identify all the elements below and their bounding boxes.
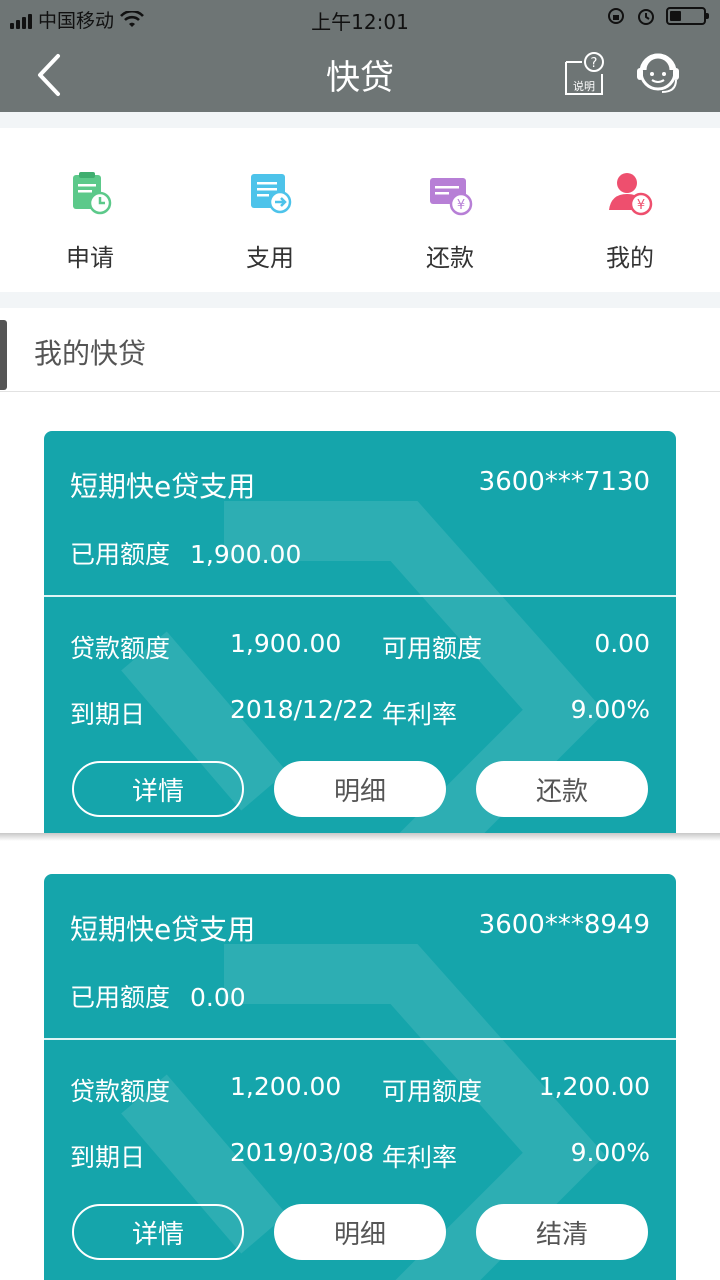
svg-text:¥: ¥	[637, 198, 645, 213]
due-date-value: 2019/03/08	[230, 1138, 375, 1167]
repay-button[interactable]: 还款	[476, 761, 648, 817]
loan-card-header: 短期快e贷支用 3600***7130 已用额度 1,900.00	[44, 431, 676, 597]
loan-account: 3600***8949	[478, 910, 650, 940]
due-date-label: 到期日	[70, 1143, 146, 1172]
alarm-icon	[638, 9, 654, 25]
battery-icon	[666, 7, 709, 25]
detail-button[interactable]: 详情	[72, 761, 244, 817]
available-label: 可用额度	[382, 634, 483, 663]
breakdown-button[interactable]: 明细	[274, 1204, 446, 1260]
help-button[interactable]: ? 说明	[562, 52, 606, 96]
nav-bar: 快贷 ? 说明	[0, 36, 720, 112]
available-value: 0.00	[594, 629, 650, 658]
quick-item-label: 还款	[426, 244, 474, 272]
card-yen-icon: ¥	[430, 178, 473, 216]
loan-name: 短期快e贷支用	[70, 470, 256, 503]
used-value: 0.00	[190, 983, 246, 1012]
loan-actions: 详情 明细 还款	[72, 761, 648, 819]
available-label: 可用额度	[382, 1077, 483, 1106]
loan-card: 短期快e贷支用 3600***8949 已用额度 0.00 贷款额度 1,200.…	[44, 874, 676, 1280]
help-label: 说明	[573, 80, 595, 93]
used-amount: 已用额度 1,900.00	[70, 535, 301, 571]
svg-text:?: ?	[591, 56, 598, 71]
loan-card-body: 贷款额度 1,900.00 可用额度 0.00 到期日 2018/12/22 年…	[44, 597, 676, 833]
section-title: 我的快贷	[34, 337, 147, 370]
customer-service-icon[interactable]	[634, 48, 682, 98]
breakdown-button[interactable]: 明细	[274, 761, 446, 817]
loan-name: 短期快e贷支用	[70, 913, 256, 946]
quick-item-label: 支用	[246, 244, 294, 272]
used-label: 已用额度	[70, 983, 171, 1012]
loan-amount-value: 1,900.00	[230, 629, 342, 658]
rate-value: 9.00%	[570, 1138, 650, 1167]
due-date-label: 到期日	[70, 700, 146, 729]
page-title: 快贷	[326, 58, 394, 98]
used-amount: 已用额度 0.00	[70, 978, 246, 1014]
due-date-value: 2018/12/22	[230, 695, 375, 724]
loan-account: 3600***7130	[478, 467, 650, 497]
detail-button[interactable]: 详情	[72, 1204, 244, 1260]
used-value: 1,900.00	[190, 540, 302, 569]
rate-label: 年利率	[382, 700, 458, 729]
loan-actions: 详情 明细 结清	[72, 1204, 648, 1262]
used-label: 已用额度	[70, 540, 171, 569]
section-header: 我的快贷	[0, 308, 720, 392]
loan-card: 短期快e贷支用 3600***7130 已用额度 1,900.00 贷款额度 1,…	[44, 431, 676, 833]
quick-item-label: 申请	[66, 244, 114, 272]
document-arrow-icon	[251, 174, 292, 214]
quick-item-mine[interactable]: ¥ 我的	[540, 128, 720, 292]
orientation-lock-icon	[608, 8, 624, 24]
spacer	[0, 112, 720, 128]
quick-menu: 申请 支用 ¥ 还款 ¥ 我的	[0, 128, 720, 292]
quick-item-label: 我的	[606, 244, 654, 272]
available-value: 1,200.00	[538, 1072, 650, 1101]
card-divider	[0, 833, 720, 841]
status-bar: 中国移动 上午12:01	[0, 0, 720, 36]
rate-label: 年利率	[382, 1143, 458, 1172]
loan-amount-value: 1,200.00	[230, 1072, 342, 1101]
settle-button[interactable]: 结清	[476, 1204, 648, 1260]
status-right	[606, 6, 709, 26]
quick-item-repay[interactable]: ¥ 还款	[360, 128, 540, 292]
quick-item-apply[interactable]: 申请	[0, 128, 180, 292]
user-yen-icon: ¥	[609, 173, 653, 216]
loan-card-header: 短期快e贷支用 3600***8949 已用额度 0.00	[44, 874, 676, 1040]
clipboard-clock-icon	[73, 172, 112, 215]
loan-card-body: 贷款额度 1,200.00 可用额度 1,200.00 到期日 2019/03/…	[44, 1040, 676, 1276]
quick-item-withdraw[interactable]: 支用	[180, 128, 360, 292]
rate-value: 9.00%	[570, 695, 650, 724]
section-accent-bar	[0, 320, 7, 390]
svg-text:¥: ¥	[457, 198, 465, 213]
loan-amount-label: 贷款额度	[70, 634, 171, 663]
spacer	[0, 292, 720, 308]
loan-amount-label: 贷款额度	[70, 1077, 171, 1106]
